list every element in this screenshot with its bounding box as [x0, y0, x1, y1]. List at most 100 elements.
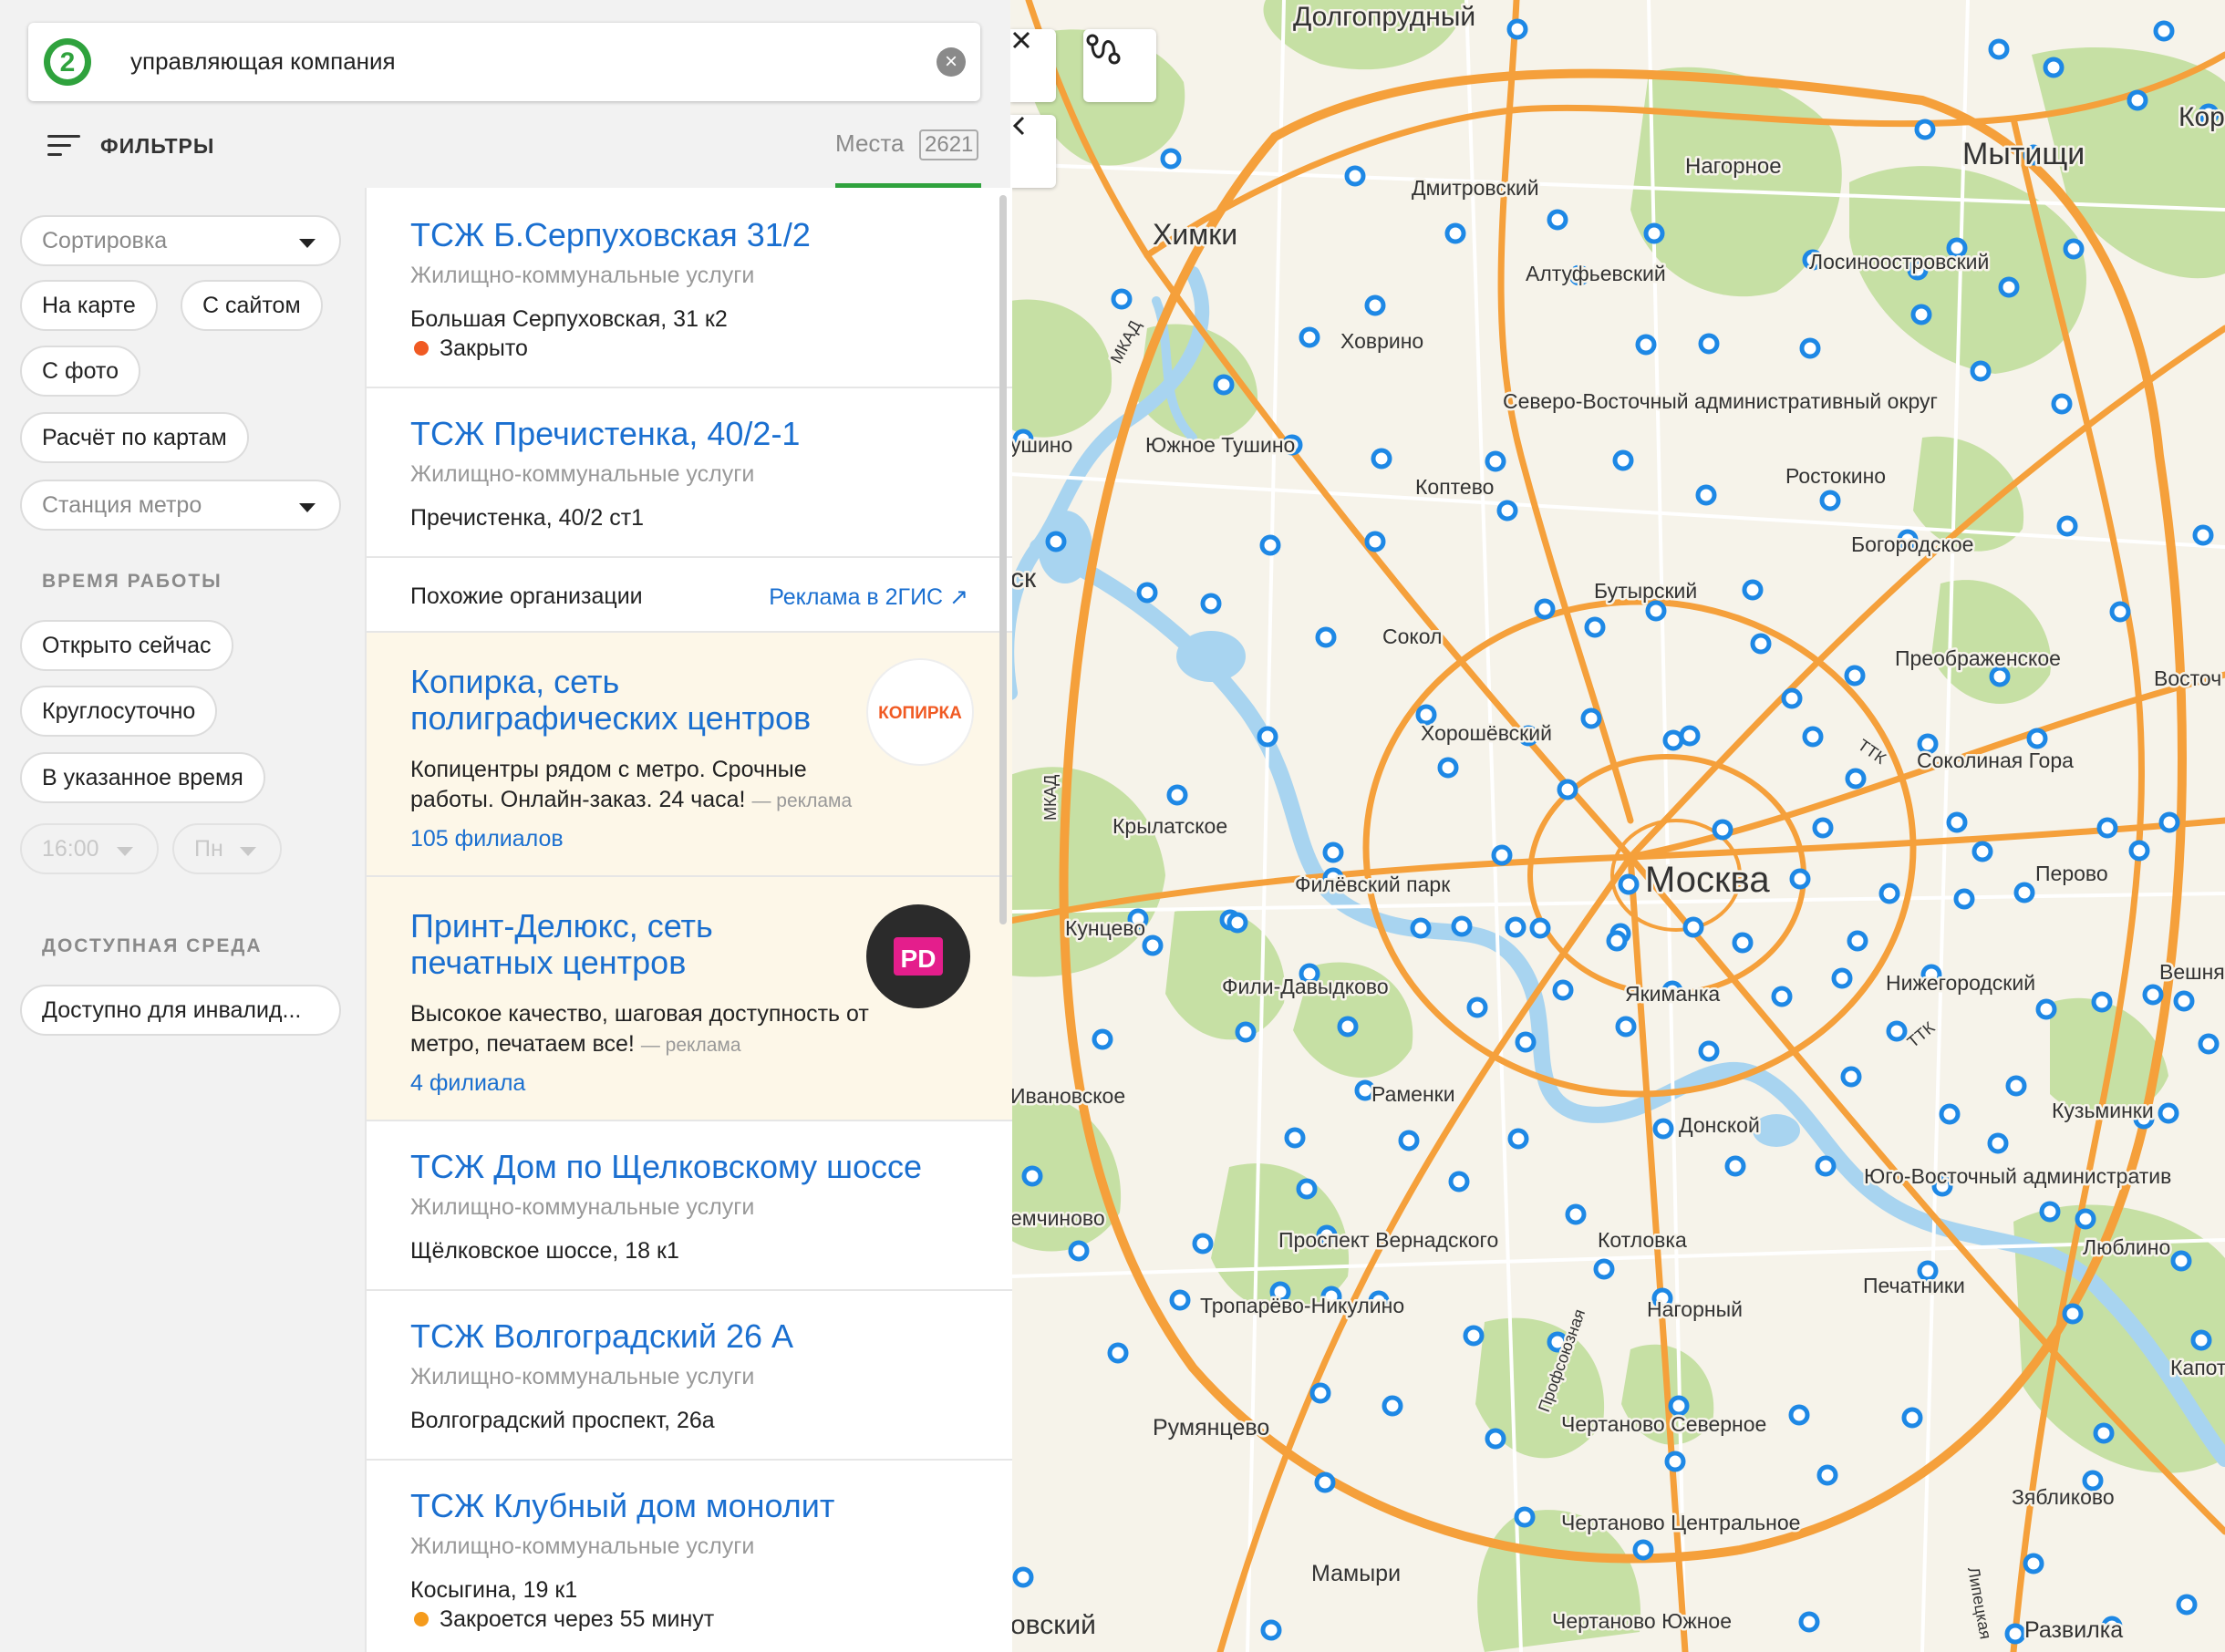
- map-marker[interactable]: [1615, 1016, 1637, 1038]
- search-box[interactable]: 2 управляющая компания ×: [28, 23, 980, 101]
- map-marker[interactable]: [1612, 449, 1634, 471]
- route-button[interactable]: [1083, 29, 1156, 102]
- map-marker[interactable]: [1012, 1566, 1034, 1588]
- map-marker[interactable]: [2158, 1102, 2179, 1124]
- map-marker[interactable]: [1142, 934, 1164, 956]
- result-title[interactable]: ТСЖ Клубный дом монолит: [410, 1488, 834, 1524]
- map-marker[interactable]: [1314, 1471, 1336, 1493]
- map-marker[interactable]: [1092, 1028, 1113, 1050]
- map-marker[interactable]: [1337, 1016, 1359, 1038]
- sort-select[interactable]: Сортировка: [20, 215, 341, 266]
- 2gis-logo-icon[interactable]: 2: [43, 37, 92, 87]
- scrollbar[interactable]: [999, 195, 1007, 924]
- map-marker[interactable]: [1045, 531, 1067, 552]
- map-marker[interactable]: [1514, 1506, 1536, 1528]
- map-marker[interactable]: [1382, 1395, 1403, 1417]
- map-marker[interactable]: [1529, 917, 1551, 939]
- map-marker[interactable]: [1635, 334, 1657, 356]
- map-marker[interactable]: [2128, 840, 2150, 862]
- map-marker[interactable]: [1816, 1464, 1838, 1486]
- map-marker[interactable]: [1712, 819, 1733, 841]
- result-card[interactable]: ТСЖ Клубный дом монолит Жилищно-коммунал…: [367, 1461, 1012, 1652]
- map-marker[interactable]: [2005, 1075, 2027, 1097]
- map-marker[interactable]: [1781, 687, 1803, 709]
- map-marker[interactable]: [1226, 912, 1248, 934]
- map-marker[interactable]: [1296, 1178, 1318, 1200]
- map-marker[interactable]: [1788, 1404, 1810, 1426]
- map-marker[interactable]: [1448, 1171, 1470, 1193]
- map-marker[interactable]: [1466, 996, 1488, 1018]
- map-marker[interactable]: [1213, 374, 1235, 396]
- map-marker[interactable]: [2096, 817, 2118, 839]
- map-marker[interactable]: [2127, 89, 2148, 111]
- map-marker[interactable]: [1192, 1233, 1214, 1254]
- map-marker[interactable]: [1840, 1066, 1862, 1088]
- with-site-chip[interactable]: С сайтом: [181, 280, 323, 331]
- map-marker[interactable]: [2158, 811, 2180, 833]
- map-marker[interactable]: [1344, 165, 1366, 187]
- map-marker[interactable]: [1463, 1325, 1485, 1347]
- map-marker[interactable]: [1364, 531, 1386, 552]
- map-marker[interactable]: [1284, 1127, 1306, 1149]
- map-marker[interactable]: [1987, 1132, 2009, 1154]
- map-marker[interactable]: [1364, 294, 1386, 316]
- advertise-link[interactable]: Реклама в 2ГИС ↗: [769, 583, 968, 611]
- ad-title-line1[interactable]: Принт-Делюкс, сеть: [410, 908, 713, 945]
- map-marker[interactable]: [2142, 984, 2164, 1006]
- result-title[interactable]: ТСЖ Дом по Щелковскому шоссе: [410, 1149, 922, 1185]
- map-marker[interactable]: [1606, 930, 1628, 952]
- map-marker[interactable]: [2026, 728, 2048, 749]
- result-card[interactable]: ТСЖ Пречистенка, 40/2-1 Жилищно-коммунал…: [367, 388, 1012, 558]
- map-marker[interactable]: [1444, 222, 1466, 244]
- map-marker[interactable]: [1732, 932, 1754, 954]
- map-marker[interactable]: [1552, 979, 1574, 1001]
- map-marker[interactable]: [1989, 666, 2011, 687]
- around-clock-chip[interactable]: Круглосуточно: [20, 686, 218, 737]
- map-marker[interactable]: [1831, 967, 1853, 989]
- map-marker[interactable]: [1901, 1407, 1923, 1429]
- map-marker[interactable]: [2173, 990, 2195, 1012]
- map-marker[interactable]: [1910, 304, 1932, 325]
- map-marker[interactable]: [1021, 1165, 1043, 1187]
- close-circle-icon[interactable]: ×: [937, 47, 966, 77]
- map-marker[interactable]: [1815, 1155, 1837, 1177]
- map-marker[interactable]: [1580, 707, 1602, 729]
- map-marker[interactable]: [1682, 916, 1704, 938]
- map-marker[interactable]: [2093, 1422, 2115, 1444]
- map-marker[interactable]: [1593, 1258, 1615, 1280]
- result-title[interactable]: ТСЖ Волгоградский 26 А: [410, 1318, 793, 1355]
- map-marker[interactable]: [1410, 917, 1432, 939]
- map-marker[interactable]: [2043, 57, 2065, 78]
- at-time-chip[interactable]: В указанное время: [20, 752, 265, 803]
- map-marker[interactable]: [2056, 515, 2078, 537]
- map-marker[interactable]: [1662, 729, 1684, 751]
- map-marker[interactable]: [1496, 500, 1518, 521]
- map-marker[interactable]: [1914, 119, 1936, 140]
- ad-title-line2[interactable]: полиграфических центров: [410, 700, 811, 737]
- map-marker[interactable]: [1878, 883, 1900, 904]
- map-marker[interactable]: [1988, 38, 2010, 60]
- metro-select[interactable]: Станция метро: [20, 480, 341, 531]
- map-marker[interactable]: [1939, 1103, 1961, 1125]
- map-marker[interactable]: [1200, 593, 1222, 614]
- map-marker[interactable]: [1299, 326, 1320, 348]
- map-marker[interactable]: [1812, 817, 1834, 839]
- ad-title-line1[interactable]: Копирка, сеть: [410, 664, 619, 700]
- map-marker[interactable]: [2051, 393, 2073, 415]
- map-marker[interactable]: [2170, 1250, 2192, 1272]
- map-marker[interactable]: [2091, 991, 2113, 1013]
- map-marker[interactable]: [1506, 18, 1528, 40]
- result-title[interactable]: ТСЖ Б.Серпуховская 31/2: [410, 217, 811, 253]
- map-marker[interactable]: [2004, 1623, 2026, 1645]
- map-marker[interactable]: [2039, 1201, 2061, 1223]
- map-marker[interactable]: [2190, 1329, 2212, 1351]
- map-marker[interactable]: [2023, 1553, 2044, 1575]
- with-photo-chip[interactable]: С фото: [20, 346, 140, 397]
- branches-link[interactable]: 4 филиала: [410, 1070, 525, 1097]
- map-marker[interactable]: [1166, 784, 1188, 806]
- map-marker[interactable]: [1679, 725, 1701, 747]
- map-marker[interactable]: [1534, 598, 1556, 620]
- map-marker[interactable]: [1160, 148, 1182, 170]
- accessible-chip[interactable]: Доступно для инвалид...: [20, 985, 341, 1036]
- map-marker[interactable]: [1309, 1382, 1331, 1404]
